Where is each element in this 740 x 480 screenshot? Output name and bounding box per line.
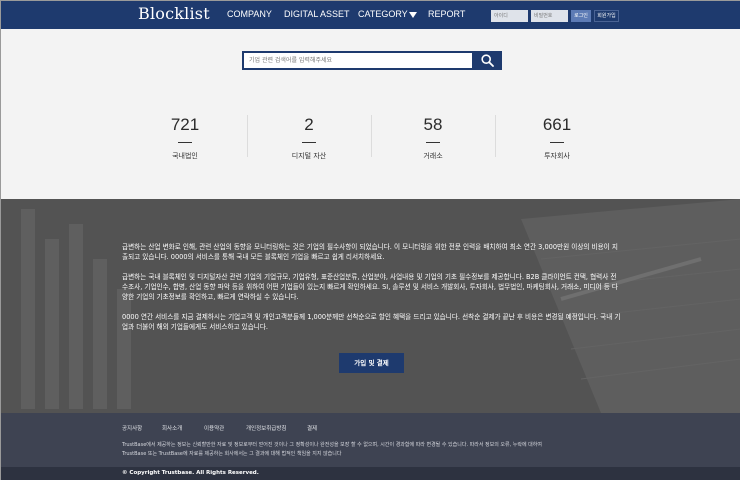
info-section: 급변하는 산업 변화로 인해, 관련 산업의 동향을 모니터링하는 것은 기업의…: [1, 199, 740, 413]
copyright-bar: © Copyright Trustbase. All Rights Reserv…: [1, 467, 740, 480]
search-box: [242, 51, 474, 70]
stat-value: 2: [304, 115, 314, 134]
footer-link-privacy[interactable]: 개인정보취급방침: [246, 424, 286, 432]
search-input[interactable]: [244, 53, 472, 68]
menu-company[interactable]: COMPANY: [227, 9, 272, 19]
stat-domestic-corp[interactable]: 721 국내법인: [123, 115, 247, 161]
stat-label: 디지털 자산: [291, 152, 327, 160]
intro-paragraph: 급변하는 국내 블록체인 및 디지털자산 관련 기업의 기업규모, 기업유형, …: [122, 273, 618, 301]
copyright: © Copyright Trustbase. All Rights Reserv…: [122, 470, 259, 476]
stat-label: 거래소: [423, 152, 443, 160]
menu-category[interactable]: CATEGORY: [358, 9, 417, 19]
disclaimer-line: TrustBase 또는 TrustBase에 자료를 제공하는 회사에서는 그…: [122, 451, 342, 457]
hero-section: 721 국내법인 2 디지털 자산 58 거래소 661 투자회사: [1, 29, 740, 199]
stat-underline: [178, 142, 192, 143]
top-nav: Blocklist COMPANY DIGITAL ASSET CATEGORY…: [1, 1, 740, 29]
stat-value: 661: [542, 115, 572, 134]
stat-value: 58: [423, 115, 443, 134]
menu-digital-asset[interactable]: DIGITAL ASSET: [284, 9, 350, 19]
stat-underline: [426, 142, 440, 143]
footer-link-about[interactable]: 회사소개: [162, 424, 182, 432]
footer-link-payment[interactable]: 결제: [307, 424, 317, 432]
intro-text: 급변하는 산업 변화로 인해, 관련 산업의 동향을 모니터링하는 것은 기업의…: [122, 242, 622, 342]
intro-paragraph: 급변하는 산업 변화로 인해, 관련 산업의 동향을 모니터링하는 것은 기업의…: [122, 243, 618, 261]
login-button[interactable]: 로그인: [571, 10, 591, 22]
stat-underline: [550, 142, 564, 143]
stat-underline: [302, 142, 316, 143]
search-icon: [481, 54, 494, 67]
signup-payment-button[interactable]: 가입 및 결제: [339, 353, 404, 373]
stat-investor[interactable]: 661 투자회사: [495, 115, 619, 161]
search-button[interactable]: [474, 51, 502, 70]
menu-report[interactable]: REPORT: [428, 9, 465, 19]
caret-down-icon: [408, 11, 417, 18]
disclaimer-line: TrustBase에서 제공하는 정보는 신뢰할만한 자료 및 정보로부터 얻어…: [122, 442, 542, 448]
stat-label: 투자회사: [544, 152, 570, 160]
stat-label: 국내법인: [172, 152, 198, 160]
menu-category-label: CATEGORY: [358, 9, 408, 19]
stat-value: 721: [170, 115, 200, 134]
footer: 공지사항 회사소개 이용약관 개인정보취급방침 결제 TrustBase에서 제…: [1, 413, 740, 480]
footer-link-notice[interactable]: 공지사항: [122, 424, 142, 432]
intro-paragraph: 0000 연간 서비스를 지금 결제하시는 기업고객 및 개인고객분들께 1,0…: [122, 313, 621, 331]
stat-digital-asset[interactable]: 2 디지털 자산: [247, 115, 371, 161]
id-input[interactable]: [491, 10, 528, 22]
stat-exchange[interactable]: 58 거래소: [371, 115, 495, 161]
footer-disclaimer: TrustBase에서 제공하는 정보는 신뢰할만한 자료 및 정보로부터 얻어…: [122, 441, 642, 459]
password-input[interactable]: [531, 10, 568, 22]
join-button[interactable]: 회원가입: [594, 10, 619, 22]
footer-link-terms[interactable]: 이용약관: [204, 424, 224, 432]
logo[interactable]: Blocklist: [138, 4, 210, 23]
